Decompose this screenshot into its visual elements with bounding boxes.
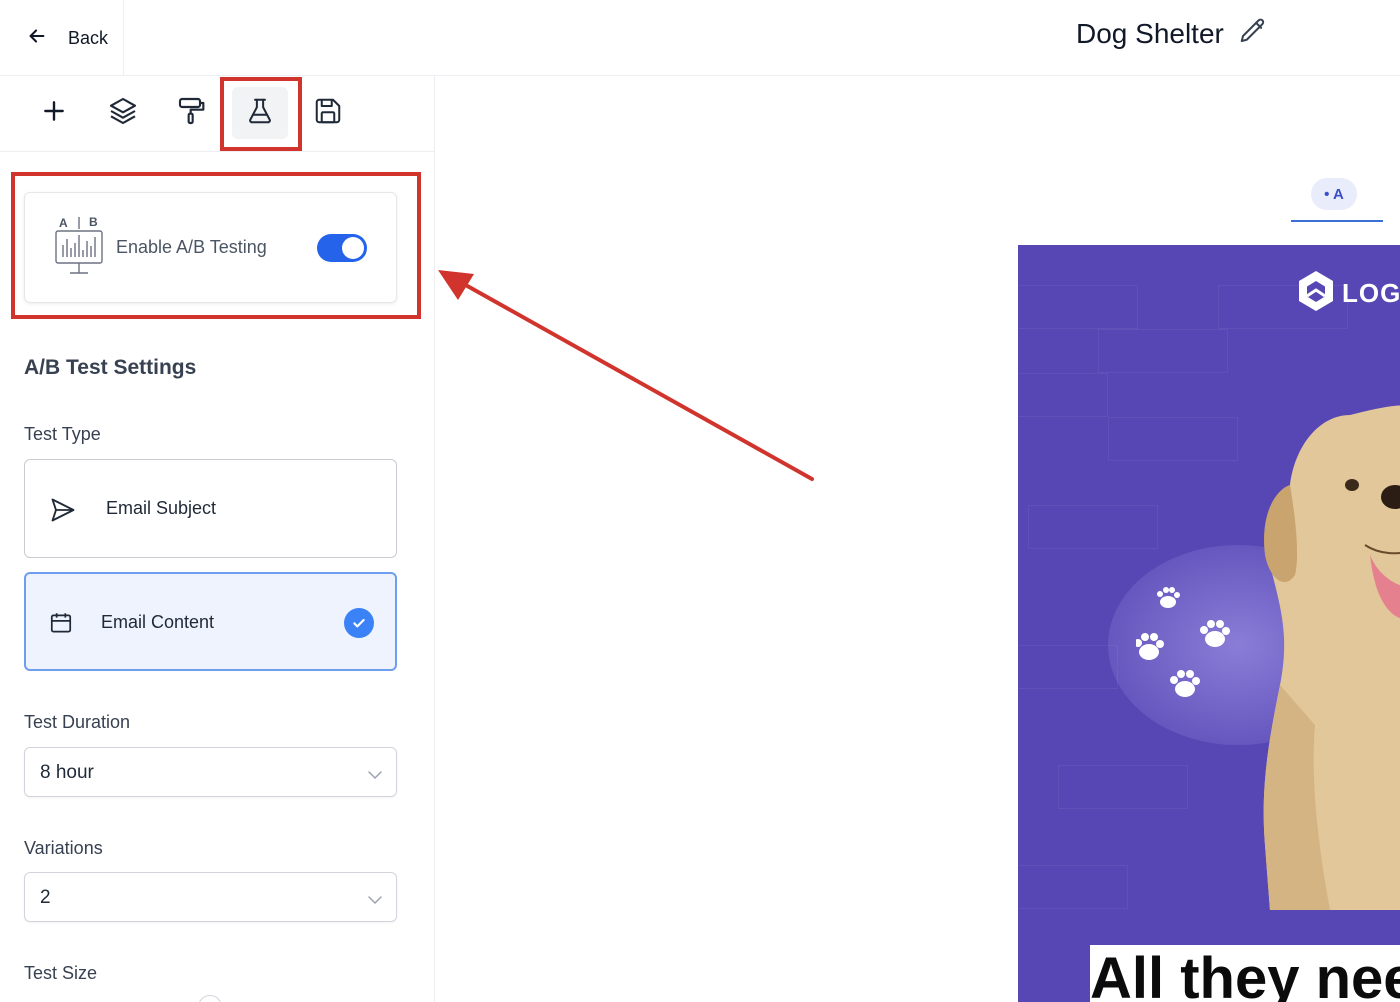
brick-texture (1018, 373, 1108, 417)
brick-texture (1018, 285, 1138, 329)
enable-ab-card: A B Enable A/B Testing (24, 192, 397, 303)
flask-icon (245, 96, 275, 131)
pencil-icon[interactable] (1238, 16, 1268, 51)
logo-text: LOGO (1342, 278, 1400, 308)
back-label: Back (68, 27, 109, 48)
ab-testing-button[interactable] (232, 87, 288, 139)
check-circle-icon (344, 608, 374, 638)
test-size-slider-handle[interactable] (198, 995, 222, 1002)
test-type-label: Test Type (24, 424, 101, 444)
brick-texture (1098, 329, 1228, 373)
editor-toolbar (0, 76, 435, 152)
document-title-area: Dog Shelter (1076, 16, 1268, 51)
variations-select[interactable]: 2 (24, 872, 397, 922)
email-content-label: Email Content (101, 612, 215, 632)
test-type-email-subject[interactable]: Email Subject (24, 459, 397, 558)
hexagon-logo-icon (1296, 269, 1336, 318)
brick-texture (1058, 765, 1188, 809)
enable-ab-toggle[interactable] (317, 234, 367, 262)
layers-icon (107, 95, 139, 132)
arrow-left-icon (26, 25, 48, 52)
brick-texture (1108, 417, 1238, 461)
enable-ab-label: Enable A/B Testing (116, 237, 267, 257)
chevron-down-icon (368, 892, 382, 910)
ab-settings-title: A/B Test Settings (24, 356, 197, 379)
style-button[interactable] (164, 87, 220, 139)
save-icon (313, 96, 343, 131)
ab-testing-panel: A B Enable A/B Testing A/B Test Settings… (0, 152, 435, 1002)
test-duration-label: Test Duration (24, 712, 131, 732)
test-duration-select[interactable]: 8 hour (24, 747, 397, 797)
toggle-knob (342, 237, 364, 259)
variations-label: Variations (24, 838, 103, 858)
add-block-button[interactable] (26, 87, 82, 139)
test-duration-value: 8 hour (40, 762, 94, 783)
test-type-email-content[interactable]: Email Content (24, 572, 397, 671)
email-subject-label: Email Subject (106, 498, 217, 518)
variant-tab-underline (1291, 220, 1383, 222)
document-title: Dog Shelter (1076, 17, 1224, 49)
chevron-down-icon (368, 767, 382, 785)
layers-button[interactable] (95, 87, 151, 139)
ab-chart-icon: A B (53, 215, 105, 282)
top-header: Back Dog Shelter (0, 0, 1400, 76)
brick-texture (1018, 645, 1118, 689)
send-icon (49, 496, 77, 529)
brick-texture (1018, 865, 1128, 909)
save-button[interactable] (300, 87, 356, 139)
ab-graphic-a: A (59, 216, 68, 230)
variant-a-tab[interactable]: • A (1311, 178, 1357, 210)
email-headline: All they need (1090, 945, 1400, 1002)
calendar-icon (48, 610, 74, 641)
variations-value: 2 (40, 887, 51, 908)
email-logo: LOGO (1296, 269, 1400, 318)
paint-roller-icon (176, 95, 208, 132)
test-size-label: Test Size (24, 963, 98, 983)
email-canvas: • A LOGO (436, 77, 1400, 1002)
paw-prints-icon (1136, 587, 1230, 697)
back-button[interactable]: Back (0, 0, 124, 76)
ab-graphic-b: B (89, 215, 98, 229)
dog-photo (1263, 405, 1400, 910)
email-preview[interactable]: LOGO All they need (1018, 245, 1400, 1002)
brick-texture (1028, 505, 1158, 549)
plus-icon (41, 98, 67, 129)
